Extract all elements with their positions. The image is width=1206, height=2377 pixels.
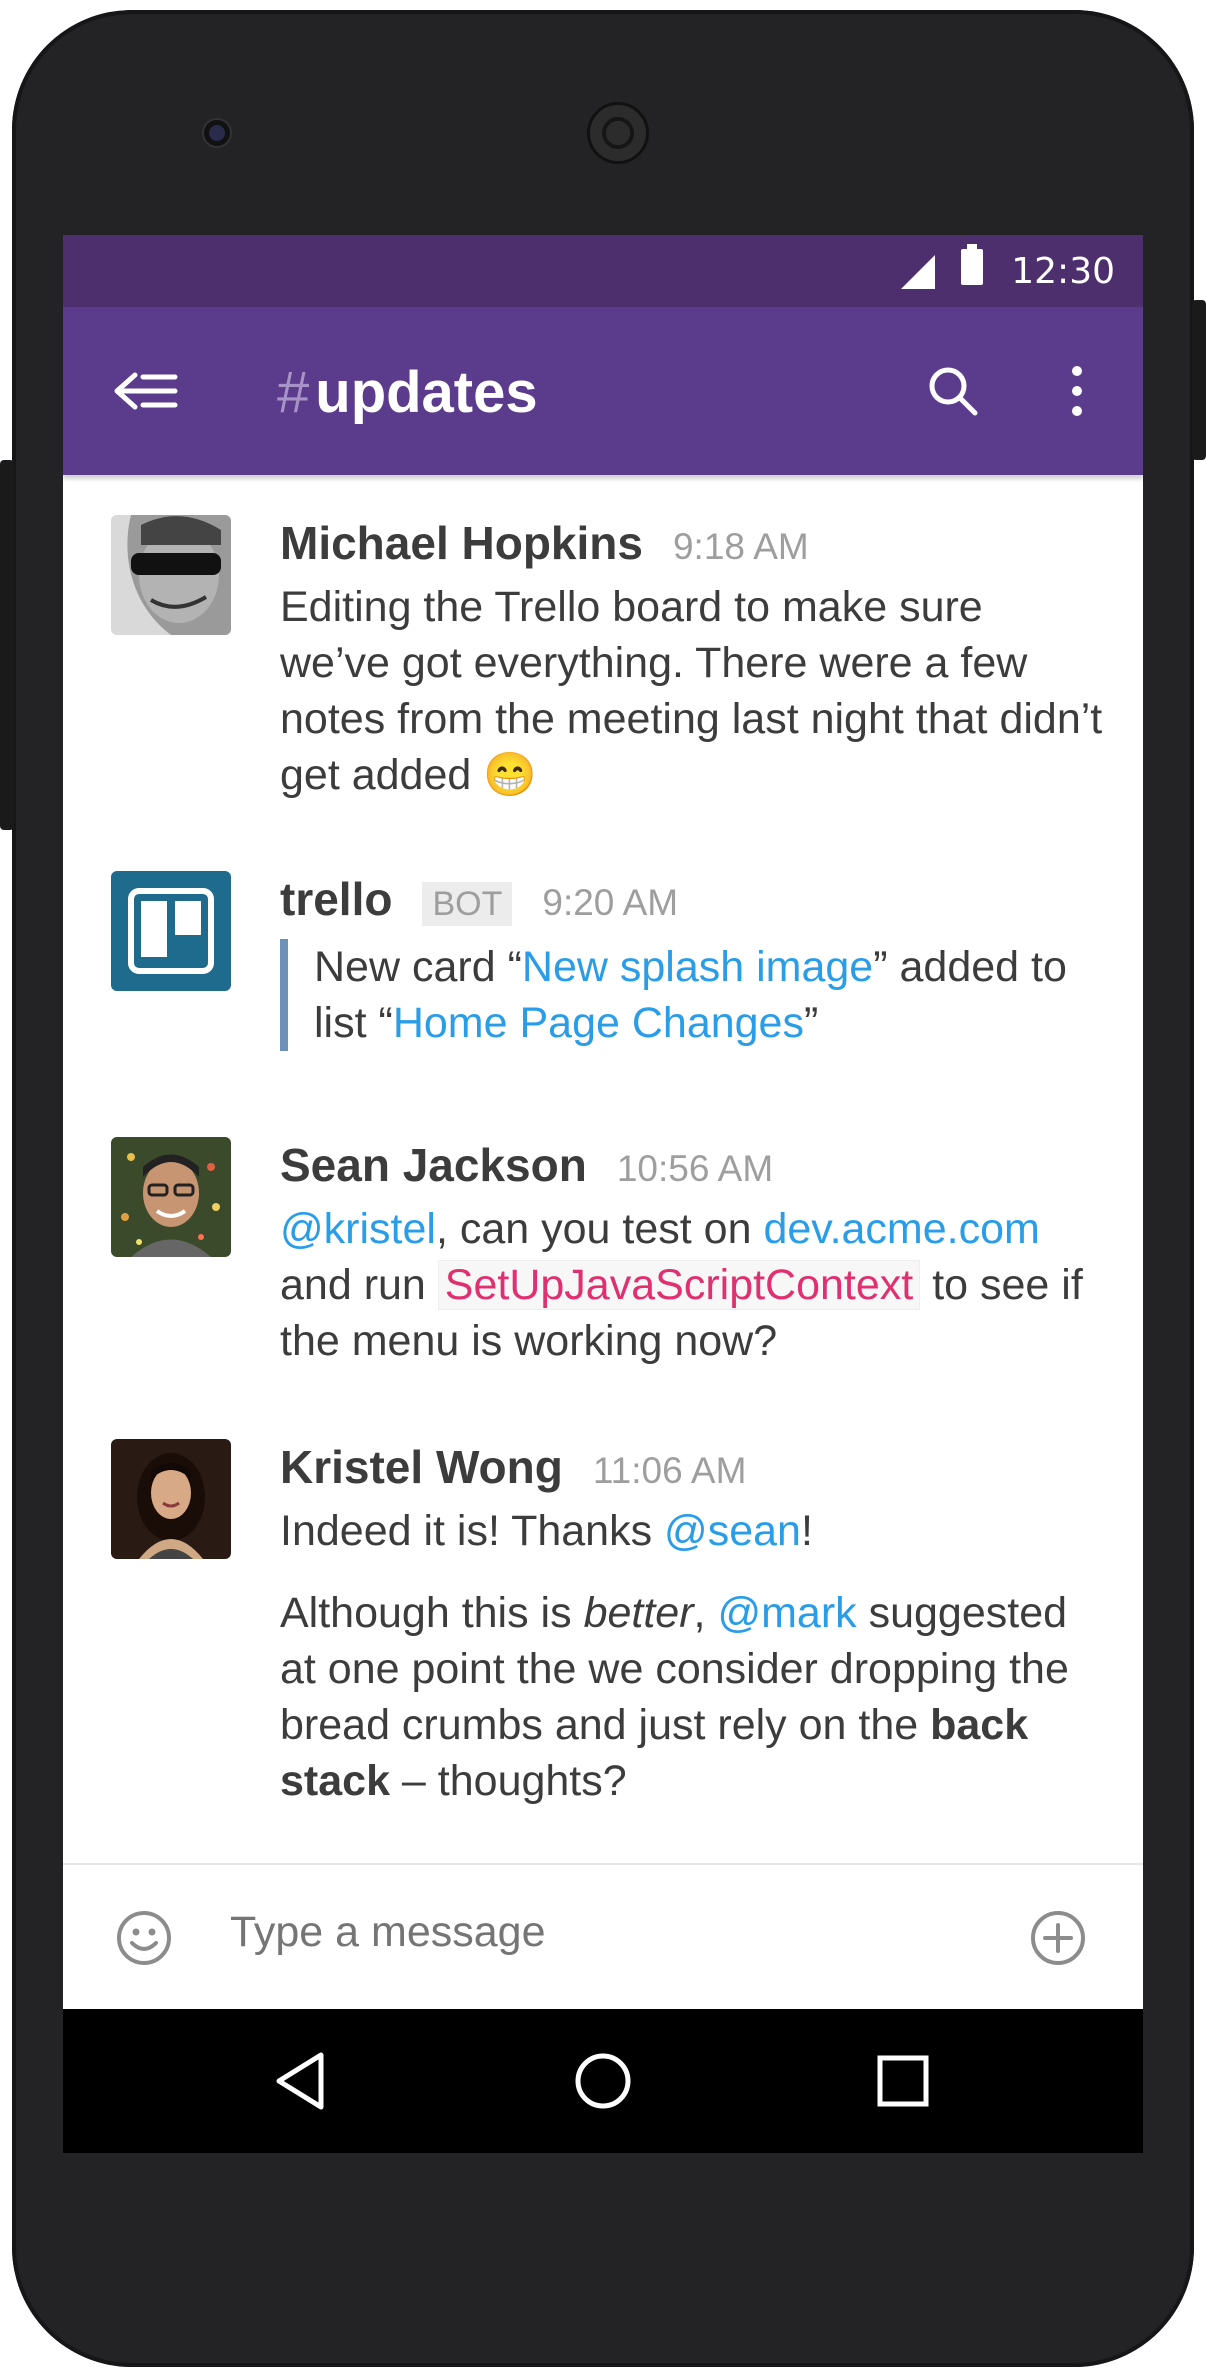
message-body: Michael Hopkins 9:18 AM Editing the Trel…	[280, 515, 1103, 803]
message-time: 9:20 AM	[542, 882, 679, 923]
channel-name: updates	[315, 360, 538, 425]
app-bar: # updates	[63, 307, 1143, 475]
screen: 12:30 # updates Michael Hopkins 9:18 AM …	[63, 235, 1143, 2153]
message-text: Editing the Trello board to make sure we…	[280, 583, 1103, 799]
message-composer	[63, 1863, 1143, 2011]
signal-icon	[901, 255, 935, 289]
more-options-icon[interactable]	[1065, 363, 1089, 419]
channel-title: # updates	[277, 359, 538, 426]
channel-hash: #	[277, 360, 310, 425]
message-text: Indeed it is! Thanks @sean!	[280, 1507, 813, 1555]
battery-icon	[961, 244, 983, 285]
message-text: @kristel, can you test on dev.acme.com a…	[280, 1205, 1083, 1365]
grin-emoji-icon: 😁	[483, 751, 537, 799]
nav-back-icon[interactable]	[269, 2049, 333, 2113]
status-bar: 12:30	[63, 235, 1143, 307]
message-author[interactable]: trello	[280, 871, 392, 927]
system-nav-bar	[63, 2009, 1143, 2153]
message-time: 9:18 AM	[672, 526, 809, 567]
nav-home-icon[interactable]	[571, 2049, 635, 2113]
add-attachment-icon[interactable]	[1029, 1909, 1087, 1967]
nav-recents-icon[interactable]	[871, 2049, 935, 2113]
message-body: trello BOT 9:20 AM New card “New splash …	[280, 871, 1103, 1051]
user-mention[interactable]: @mark	[717, 1589, 856, 1637]
trello-attachment: New card “New splash image” added to lis…	[280, 939, 1103, 1051]
avatar-trello[interactable]	[111, 871, 231, 991]
avatar-michael-hopkins[interactable]	[111, 515, 231, 635]
emoji-icon[interactable]	[115, 1909, 173, 1967]
message-text-followup: Although this is better, @mark suggested…	[280, 1589, 1069, 1805]
avatar-kristel-wong[interactable]	[111, 1439, 231, 1559]
front-camera	[204, 120, 230, 146]
message-author[interactable]: Michael Hopkins	[280, 515, 643, 571]
status-time: 12:30	[1011, 251, 1115, 292]
bot-badge: BOT	[422, 882, 513, 926]
message-body: Kristel Wong 11:06 AM Indeed it is! Than…	[280, 1439, 1103, 1809]
message-time: 11:06 AM	[592, 1450, 747, 1491]
search-icon[interactable]	[925, 363, 981, 419]
earpiece-speaker	[587, 102, 649, 164]
message-input[interactable]	[228, 1907, 872, 1958]
power-button	[1192, 300, 1206, 460]
url-link[interactable]: dev.acme.com	[763, 1205, 1039, 1253]
inline-code: SetUpJavaScriptContext	[437, 1260, 921, 1310]
message-list: Michael Hopkins 9:18 AM Editing the Trel…	[63, 475, 1143, 1863]
message-time: 10:56 AM	[616, 1148, 774, 1189]
volume-button	[0, 460, 14, 830]
message-author[interactable]: Sean Jackson	[280, 1137, 587, 1193]
message-body: Sean Jackson 10:56 AM @kristel, can you …	[280, 1137, 1103, 1369]
card-link[interactable]: New splash image	[522, 943, 873, 991]
avatar-sean-jackson[interactable]	[111, 1137, 231, 1257]
list-link[interactable]: Home Page Changes	[393, 999, 804, 1047]
message-author[interactable]: Kristel Wong	[280, 1439, 563, 1495]
back-menu-icon[interactable]	[111, 365, 181, 417]
user-mention[interactable]: @kristel	[280, 1205, 436, 1253]
user-mention[interactable]: @sean	[664, 1507, 801, 1555]
